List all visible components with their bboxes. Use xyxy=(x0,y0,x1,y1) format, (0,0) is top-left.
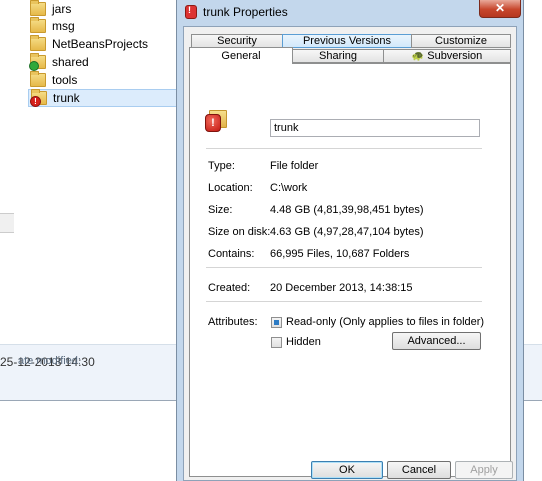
folder-conflict-icon xyxy=(185,5,197,19)
location-label: Location: xyxy=(208,182,253,194)
created-label: Created: xyxy=(208,282,251,294)
folder-icon xyxy=(30,17,46,33)
size-on-disk-value: 4.63 GB (4,97,28,47,104 bytes) xyxy=(270,226,424,238)
apply-button[interactable]: Apply xyxy=(455,461,513,479)
ok-button[interactable]: OK xyxy=(311,461,383,479)
tab-security[interactable]: Security xyxy=(191,34,283,48)
created-value: 20 December 2013, 14:38:15 xyxy=(270,282,413,294)
nav-item-msg[interactable]: msg xyxy=(30,17,75,35)
tab-previous-versions[interactable]: Previous Versions xyxy=(282,34,412,48)
title-bar[interactable]: trunk Properties ✕ xyxy=(177,0,523,25)
folder-conflict-icon: ! xyxy=(30,89,47,107)
date-modified: ate modified: 25-12-2013 14:30 xyxy=(0,355,95,369)
date-modified-label: ate modified: xyxy=(18,355,81,367)
location-value: C:\work xyxy=(270,182,308,194)
dialog-client: Security Previous Versions Customize Sha… xyxy=(183,26,517,481)
advanced-button[interactable]: Advanced... xyxy=(392,332,481,350)
nav-item-jars[interactable]: jars xyxy=(30,0,71,18)
turtle-icon: 🐢 xyxy=(411,51,425,62)
contains-value: 66,995 Files, 10,687 Folders xyxy=(270,248,410,260)
tab-customize[interactable]: Customize xyxy=(411,34,511,48)
conflict-badge-icon: ! xyxy=(205,114,221,132)
nav-item-label: shared xyxy=(52,55,89,69)
cancel-button[interactable]: Cancel xyxy=(387,461,451,479)
tab-subversion[interactable]: 🐢 Subversion xyxy=(383,49,511,63)
separator xyxy=(206,148,482,149)
conflict-badge-icon: ! xyxy=(30,96,41,107)
size-on-disk-label: Size on disk: xyxy=(208,226,271,238)
nav-item-tools[interactable]: tools xyxy=(30,71,77,89)
readonly-checkbox[interactable] xyxy=(271,317,282,328)
folder-name-input[interactable] xyxy=(270,119,480,137)
nav-item-shared[interactable]: shared xyxy=(29,53,89,71)
folder-icon xyxy=(30,71,46,87)
type-label: Type: xyxy=(208,160,235,172)
tab-sharing[interactable]: Sharing xyxy=(292,49,384,63)
nav-item-label: msg xyxy=(52,19,75,33)
synced-badge-icon xyxy=(29,61,39,71)
hidden-checkbox[interactable] xyxy=(271,337,282,348)
type-value: File folder xyxy=(270,160,319,172)
contains-label: Contains: xyxy=(208,248,255,260)
nav-item-trunk[interactable]: ! trunk xyxy=(28,89,178,107)
folder-synced-icon xyxy=(29,53,46,71)
size-value: 4.48 GB (4,81,39,98,451 bytes) xyxy=(270,204,424,216)
folder-icon xyxy=(30,35,46,51)
folder-conflict-icon: ! xyxy=(205,106,227,132)
tab-general[interactable]: General xyxy=(189,47,293,64)
readonly-label[interactable]: Read-only (Only applies to files in fold… xyxy=(286,316,484,328)
folder-icon xyxy=(30,0,46,16)
separator xyxy=(206,267,482,268)
tab-subversion-label: Subversion xyxy=(427,50,483,62)
close-button[interactable]: ✕ xyxy=(479,0,521,18)
attributes-label: Attributes: xyxy=(208,316,258,328)
properties-dialog: trunk Properties ✕ Security Previous Ver… xyxy=(176,0,524,481)
general-panel: ! Type: File folder Location: C:\work Si… xyxy=(189,63,511,477)
hidden-label[interactable]: Hidden xyxy=(286,336,321,348)
separator xyxy=(206,301,482,302)
nav-item-netbeansprojects[interactable]: NetBeansProjects xyxy=(30,35,148,53)
nav-item-label: NetBeansProjects xyxy=(52,37,149,51)
nav-item-label: jars xyxy=(52,2,72,16)
size-label: Size: xyxy=(208,204,233,216)
nav-item-label: tools xyxy=(52,73,78,87)
nav-item-label: trunk xyxy=(53,91,80,105)
dialog-title: trunk Properties xyxy=(203,5,288,19)
splitter-handle[interactable] xyxy=(0,213,14,233)
